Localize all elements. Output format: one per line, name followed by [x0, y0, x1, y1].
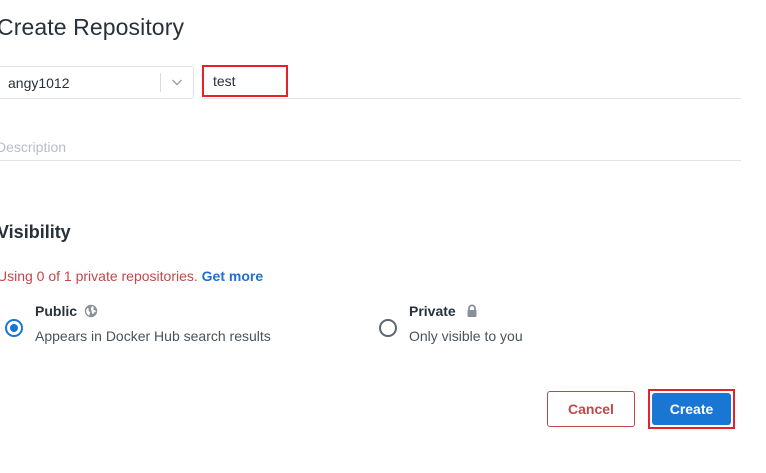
quota-text: Using 0 of 1 private repositories.	[0, 268, 198, 284]
lock-icon	[467, 304, 477, 317]
create-repository-page: Create Repository angy1012 Visibility Us…	[0, 0, 766, 473]
private-option-description: Only visible to you	[409, 328, 523, 344]
namespace-value: angy1012	[8, 75, 70, 91]
public-option-description: Appears in Docker Hub search results	[35, 328, 271, 344]
create-button[interactable]: Create	[652, 393, 731, 425]
namespace-divider	[160, 73, 161, 92]
repository-name-input[interactable]	[202, 65, 288, 97]
description-input[interactable]	[0, 133, 741, 161]
public-option-title: Public	[35, 303, 78, 319]
private-option-title: Private	[409, 303, 456, 319]
private-repo-quota: Using 0 of 1 private repositories. Get m…	[0, 268, 263, 284]
chevron-down-icon[interactable]	[171, 76, 183, 88]
name-field-underline	[202, 98, 741, 99]
cancel-button[interactable]: Cancel	[547, 391, 635, 427]
globe-icon	[84, 304, 98, 318]
get-more-link[interactable]: Get more	[202, 268, 263, 284]
visibility-heading: Visibility	[0, 222, 71, 242]
private-radio[interactable]	[379, 319, 397, 337]
public-radio[interactable]	[5, 319, 23, 337]
namespace-select[interactable]: angy1012	[0, 66, 194, 99]
page-title: Create Repository	[0, 14, 185, 40]
